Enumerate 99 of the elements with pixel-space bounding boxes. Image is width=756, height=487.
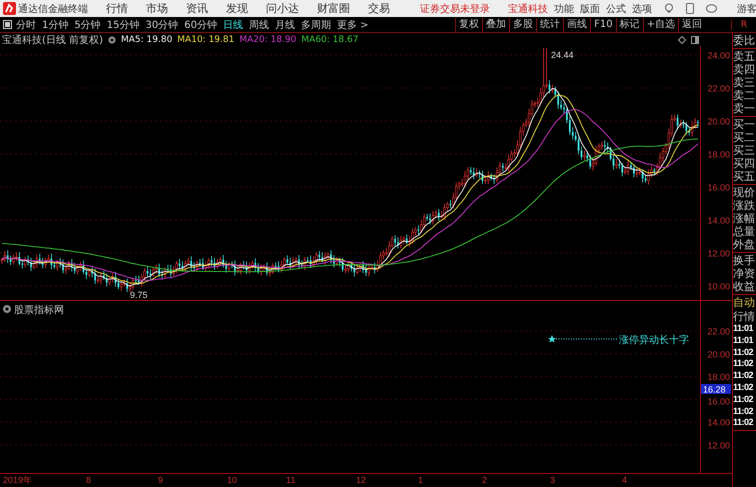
indicator-title: 股票指标网 (14, 305, 64, 316)
toolbar-button[interactable]: 画线 (563, 18, 590, 32)
auto-mode-label[interactable]: 自动 (733, 296, 756, 310)
quote-label: 买四 (733, 157, 756, 170)
toolbar-button[interactable]: +自选 (642, 18, 678, 32)
ma-legend-value: MA5: 19.80 (120, 34, 172, 44)
period-tab[interactable]: 日线 (222, 18, 243, 32)
quote-label: 委比 (733, 34, 756, 47)
date-axis-label: 9 (158, 475, 164, 484)
toolbar-button[interactable]: 统计 (536, 18, 564, 32)
cursor-value: 16.28 (701, 384, 732, 394)
indicator-axis-label: 22.00 (708, 326, 730, 336)
toolbar-button[interactable]: F10 (590, 18, 616, 32)
trade-time: 11:02 (733, 358, 754, 370)
date-axis-label: 1 (418, 475, 424, 484)
chart-title: 宝通科技(日线 前复权) (2, 34, 103, 46)
price-axis-label: 10.00 (708, 282, 730, 292)
period-tab[interactable]: 多周期 (300, 18, 331, 32)
toolbar-button[interactable]: 叠加 (482, 18, 510, 32)
quote-label: 收益 (733, 280, 756, 293)
period-tab[interactable]: 60分钟 (184, 18, 217, 32)
trade-time: 11:02 (733, 394, 754, 406)
menu-item[interactable]: 市场 (146, 1, 168, 16)
quote-label: 卖二 (733, 89, 756, 102)
quote-section-title: 行情 (733, 310, 756, 323)
trade-time: 11:02 (733, 406, 754, 418)
date-axis-label: 8 (86, 475, 92, 484)
price-axis-label: 14.00 (708, 216, 730, 226)
period-tab[interactable]: 分时 (16, 18, 36, 32)
tool-menu-item[interactable]: 选项 (632, 2, 652, 16)
period-tab[interactable]: 5分钟 (74, 18, 101, 32)
menu-item[interactable]: 问小达 (266, 1, 299, 16)
price-axis-label: 18.00 (708, 150, 730, 160)
menu-item[interactable]: 交易 (368, 1, 390, 16)
side-label: R (731, 20, 756, 30)
toolbar-button[interactable]: 复权 (455, 18, 482, 32)
quote-label: 买五 (733, 170, 756, 183)
quote-label: 买一 (733, 118, 756, 131)
indicator-axis-label: 16.00 (708, 396, 730, 406)
period-tab[interactable]: 15分钟 (106, 18, 140, 32)
indicator-axis-label: 14.00 (708, 418, 730, 428)
indicator-axis-label: 18.00 (708, 372, 730, 382)
quote-label: 净资 (733, 267, 756, 280)
period-tab[interactable]: 30分钟 (145, 18, 178, 32)
menu-item[interactable]: 财富圈 (317, 1, 350, 16)
quote-label: 换手 (733, 254, 756, 267)
price-axis-label: 20.00 (708, 116, 730, 126)
quote-label: 卖四 (733, 63, 756, 76)
login-notice[interactable]: 证券交易未登录 (420, 2, 490, 16)
ma-legend-value: MA20: 18.90 (239, 34, 296, 44)
period-tab[interactable]: 月线 (274, 18, 295, 32)
indicator-axis-label: 12.00 (708, 440, 730, 450)
quote-label: 涨跌 (733, 199, 756, 212)
high-price-marker: 24.44 (551, 50, 574, 60)
price-axis-label: 24.00 (708, 50, 730, 60)
trade-time: 11:02 (733, 382, 754, 394)
toolbar-button[interactable]: 返回 (678, 18, 705, 32)
quote-label: 卖五 (733, 50, 756, 63)
tool-menu-item[interactable]: 功能 (554, 2, 574, 16)
quote-label: 卖一 (733, 102, 756, 115)
trade-time: 11:02 (733, 370, 754, 382)
ma-legend-value: MA60: 18.67 (301, 34, 358, 44)
toolbar-button[interactable]: 多股 (509, 18, 536, 32)
trade-time: 11:01 (733, 323, 754, 335)
tool-menu-item[interactable]: 公式 (606, 2, 626, 16)
date-axis-label: 11 (286, 475, 296, 484)
indicator-axis-label: 20.00 (708, 349, 730, 360)
tool-menu-item[interactable]: 版面 (580, 2, 600, 16)
trade-time: 11:02 (733, 417, 754, 430)
stock-link[interactable]: 宝通科技 (508, 2, 548, 16)
price-axis-label: 16.00 (708, 182, 730, 192)
date-axis-label: 2 (482, 475, 488, 484)
signal-label: 涨停异动长十字 (619, 335, 689, 346)
quote-label: 买二 (733, 131, 756, 144)
period-tab[interactable]: 周线 (248, 18, 269, 32)
menu-item[interactable]: 资讯 (186, 1, 208, 16)
menu-item[interactable]: 行情 (106, 1, 128, 16)
trade-time: 11:01 (733, 334, 754, 347)
date-axis-label: 3 (550, 475, 556, 484)
date-axis-label: 12 (356, 475, 366, 484)
quote-label: 涨幅 (733, 212, 756, 225)
quote-label: 现价 (733, 186, 756, 199)
period-tab[interactable]: 1分钟 (42, 18, 68, 32)
trade-time: 11:02 (733, 346, 754, 358)
price-axis-label: 22.00 (708, 84, 730, 94)
quote-label: 买三 (733, 144, 756, 157)
app-name: 通达信金融终端 (18, 2, 88, 16)
quote-label: 外盘 (733, 238, 756, 251)
quote-label: 总量 (733, 225, 756, 238)
price-axis-label: 12.00 (708, 248, 730, 258)
toolbar-button[interactable]: 标记 (616, 18, 643, 32)
low-price-marker: 9.75 (130, 290, 148, 300)
menu-item[interactable]: 发现 (226, 1, 248, 16)
quote-label: 卖三 (733, 76, 756, 89)
date-axis-label: 4 (622, 475, 628, 484)
period-tab[interactable]: 更多 > (336, 18, 369, 32)
date-axis-label: 10 (227, 475, 238, 484)
ma-legend-value: MA10: 19.81 (177, 34, 234, 44)
date-axis-label: 2019年 (3, 475, 32, 484)
